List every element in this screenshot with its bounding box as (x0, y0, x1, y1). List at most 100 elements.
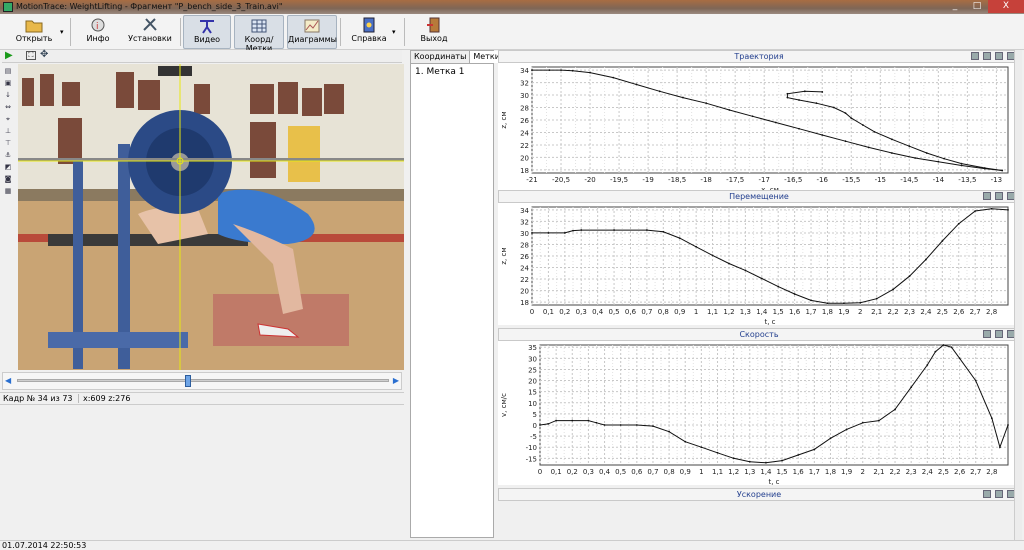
data-point (781, 459, 783, 462)
print-icon[interactable] (995, 192, 1003, 200)
x-tick-label: 0,7 (647, 468, 658, 476)
y-tick-label: 15 (528, 389, 537, 397)
y-tick-label: 18 (520, 299, 529, 307)
data-point (695, 245, 698, 248)
data-point (572, 229, 574, 232)
displacement-chart[interactable]: 0 0,1 0,2 0,3 0,4 0,5 0,6 0,7 0,8 0,9 1 1,1 1,2 1,3 1,… (498, 203, 1020, 326)
x-tick-label: 2 (858, 308, 862, 316)
print-icon[interactable] (995, 330, 1003, 338)
scroll-thumb[interactable] (185, 375, 191, 387)
frame-number: Кадр № 34 из 73 (3, 394, 73, 403)
help-dropdown-arrow[interactable]: ▾ (392, 28, 396, 36)
data-point (682, 96, 684, 99)
data-point (826, 302, 829, 305)
diagrams-scrollbar[interactable] (1014, 50, 1022, 540)
view-icon[interactable]: ▤ (2, 67, 14, 77)
close-button[interactable]: X (988, 0, 1024, 13)
data-point (700, 446, 703, 449)
x-tick-label: 1,3 (744, 468, 755, 476)
x-tick-label: 2,2 (888, 308, 899, 316)
displacement-panel-title: Перемещение (498, 190, 1020, 203)
help-button[interactable]: Справка (348, 15, 390, 49)
data-point (974, 210, 977, 212)
x-tick-label: 2,7 (970, 308, 981, 316)
y-tick-label: 24 (520, 265, 529, 273)
ruler-icon[interactable]: ⊥ (2, 127, 14, 137)
frame-scrollbar[interactable]: ◀ ▶ (2, 372, 402, 390)
velocity-chart[interactable]: 0 0,1 0,2 0,3 0,4 0,5 0,6 0,7 0,8 0,9 1 1,1 1,2 1,3 1,… (498, 341, 1020, 486)
select-frame-icon[interactable]: ⛶ (26, 51, 36, 60)
x-tick-label: 0,1 (551, 468, 562, 476)
x-tick-label: 2,3 (904, 308, 915, 316)
data-point (635, 83, 638, 86)
camera-icon[interactable]: ◙ (2, 175, 14, 185)
y-tick-label: 26 (520, 117, 529, 125)
data-point (821, 91, 824, 93)
x-tick-label: -13,5 (958, 176, 976, 184)
x-tick-label: -14,5 (900, 176, 918, 184)
open-button[interactable]: Открыть (8, 15, 60, 49)
image-icon[interactable]: ▣ (2, 79, 14, 89)
trajectory-chart[interactable]: -21 -20,5 -20 -19,5 -19 -18,5 -18 -17,5 -17 -16,5… (498, 63, 1020, 194)
displacement-chart-svg: 0 0,1 0,2 0,3 0,4 0,5 0,6 0,7 0,8 0,9 1 1,1 1,2 1,3 1,… (500, 206, 1009, 326)
anchor-icon[interactable]: ⚓ (2, 151, 14, 161)
x-tick-label: 0,4 (599, 468, 611, 476)
exit-button[interactable]: Выход (416, 15, 452, 49)
video-frame[interactable] (18, 64, 404, 370)
data-point (668, 430, 671, 433)
copy-icon[interactable] (983, 52, 991, 60)
tripod-icon[interactable]: ⊤ (2, 139, 14, 149)
data-point (892, 288, 895, 291)
scroll-left-arrow-icon[interactable]: ◀ (5, 376, 11, 385)
table-icon (251, 19, 267, 33)
tab-coordinates[interactable]: Координаты (411, 51, 471, 63)
data-point (960, 162, 963, 165)
x-tick-label: 1,3 (740, 308, 751, 316)
data-point (821, 134, 824, 136)
grid-toggle-icon[interactable] (971, 52, 979, 60)
data-point (547, 232, 550, 234)
zoom-icon[interactable]: ⌖ (2, 115, 14, 125)
y-tick-label: 28 (520, 241, 529, 249)
print-icon[interactable] (995, 52, 1003, 60)
disk-icon[interactable]: ▦ (2, 187, 14, 197)
video-button[interactable]: Видео (183, 15, 231, 49)
data-point (937, 160, 940, 163)
data-point (859, 301, 862, 304)
frame-status-bar: Кадр № 34 из 73 x:609 z:276 (0, 392, 404, 405)
open-dropdown-arrow[interactable]: ▾ (60, 28, 64, 36)
data-point (797, 454, 800, 456)
x-tick-label: 1 (694, 308, 698, 316)
pointer-icon[interactable]: ↓ (2, 91, 14, 101)
scale-icon[interactable]: ⇔ (2, 103, 14, 113)
data-point (891, 152, 893, 154)
move-icon[interactable]: ✥ (40, 49, 48, 60)
x-tick-label: -15,5 (842, 176, 860, 184)
info-button[interactable]: i Инфо (76, 15, 120, 49)
minimize-button[interactable]: _ (944, 0, 966, 13)
data-point (635, 424, 638, 426)
x-tick-label: 1,5 (776, 468, 787, 476)
scroll-right-arrow-icon[interactable]: ▶ (393, 376, 399, 385)
x-tick-label: -13 (991, 176, 1002, 184)
coords-marks-button[interactable]: Коорд/Метки (234, 15, 284, 53)
data-point (875, 297, 878, 300)
list-item[interactable]: 1. Метка 1 (415, 67, 465, 77)
info-icon: i (91, 18, 105, 32)
x-tick-label: -14 (933, 176, 945, 184)
data-point (748, 460, 751, 463)
y-tick-label: 30 (528, 355, 537, 363)
x-tick-label: 0,6 (631, 468, 643, 476)
x-tick-label: 2,5 (937, 308, 948, 316)
settings-button[interactable]: Установки (124, 15, 176, 49)
copy-icon[interactable] (983, 330, 991, 338)
copy-icon[interactable] (983, 192, 991, 200)
data-point (844, 112, 847, 115)
x-tick-label: 1 (699, 468, 703, 476)
mark-icon[interactable]: ◩ (2, 163, 14, 173)
y-axis-label: v, см/с (500, 393, 508, 417)
x-tick-label: 1,8 (825, 468, 836, 476)
scroll-track[interactable] (17, 379, 389, 382)
diagrams-button[interactable]: Диаграммы (287, 15, 337, 49)
maximize-button[interactable]: □ (966, 0, 988, 13)
